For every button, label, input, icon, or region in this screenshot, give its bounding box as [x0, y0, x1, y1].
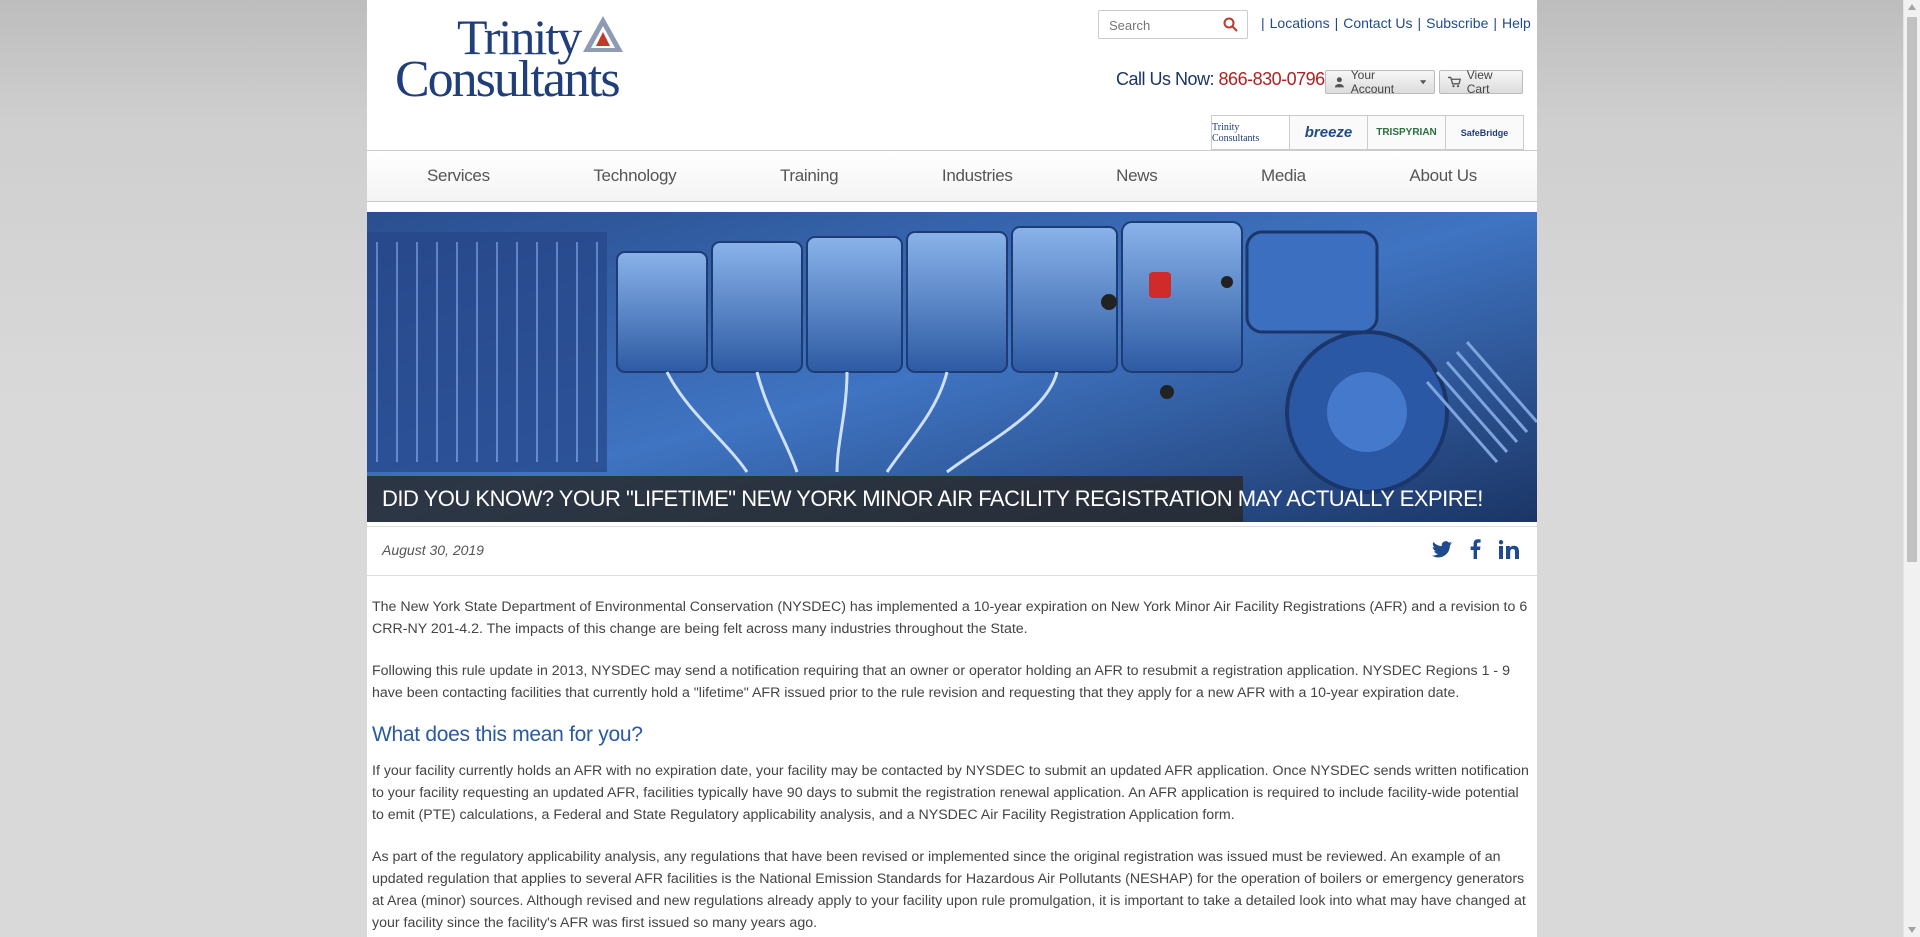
- article-paragraph-1: The New York State Department of Environ…: [372, 599, 1528, 637]
- search-box: [1098, 10, 1248, 39]
- call-us: Call Us Now: 866-830-0796: [1116, 69, 1325, 90]
- scroll-up-icon[interactable]: [1908, 4, 1916, 10]
- search-input[interactable]: [1107, 11, 1226, 39]
- phone-number[interactable]: 866-830-0796: [1219, 69, 1326, 89]
- brand-breeze[interactable]: breeze: [1290, 116, 1368, 149]
- caret-down-icon: [1419, 79, 1426, 84]
- call-label: Call Us Now:: [1116, 69, 1215, 89]
- nav-news[interactable]: News: [1116, 166, 1158, 186]
- view-cart-button[interactable]: View Cart: [1439, 68, 1523, 96]
- article-paragraph-4: As part of the regulatory applicability …: [372, 849, 1526, 931]
- your-account-label: Your Account: [1350, 68, 1395, 96]
- brand-safebridge[interactable]: SafeBridge: [1446, 116, 1523, 149]
- trinity-logo[interactable]: Trinity Consultants: [395, 12, 635, 108]
- article-body: The New York State Department of Environ…: [372, 596, 1532, 937]
- view-cart-label: View Cart: [1466, 68, 1493, 96]
- link-locations[interactable]: Locations: [1270, 15, 1330, 31]
- link-contact-us[interactable]: Contact Us: [1343, 15, 1412, 31]
- twitter-icon[interactable]: [1432, 540, 1452, 558]
- brand-trispyrian[interactable]: TRISPYRIAN: [1368, 116, 1446, 149]
- scrollbar-thumb[interactable]: [1907, 17, 1917, 562]
- social-share: [1432, 539, 1519, 559]
- page-scrollbar[interactable]: [1903, 0, 1920, 937]
- your-account-button[interactable]: Your Account: [1325, 68, 1435, 96]
- brand-switcher: Trinity Consultants breeze TRISPYRIAN Sa…: [1211, 115, 1524, 150]
- nav-services[interactable]: Services: [427, 166, 490, 186]
- nav-media[interactable]: Media: [1261, 166, 1306, 186]
- nav-industries[interactable]: Industries: [942, 166, 1013, 186]
- section-heading: What does this mean for you?: [372, 723, 643, 746]
- article-paragraph-2: Following this rule update in 2013, NYSD…: [372, 663, 1510, 701]
- nav-training[interactable]: Training: [780, 166, 839, 186]
- top-links: | Locations | Contact Us | Subscribe | Help: [1261, 15, 1531, 31]
- main-nav: Services Technology Training Industries …: [367, 150, 1537, 202]
- publish-date: August 30, 2019: [382, 542, 484, 558]
- page: Trinity Consultants |Locations |Contact …: [367, 0, 1537, 937]
- hero-image: DID YOU KNOW? YOUR "LIFETIME" NEW YORK M…: [367, 212, 1537, 522]
- logo-triangle-icon: [583, 16, 623, 52]
- nav-about-us[interactable]: About Us: [1409, 166, 1477, 186]
- cart-icon: [1448, 76, 1461, 88]
- hero-caption: DID YOU KNOW? YOUR "LIFETIME" NEW YORK M…: [367, 476, 1483, 522]
- logo-text-line2: Consultants: [395, 51, 621, 108]
- link-subscribe[interactable]: Subscribe: [1426, 15, 1488, 31]
- nav-technology[interactable]: Technology: [593, 166, 676, 186]
- search-icon[interactable]: [1223, 17, 1238, 32]
- brand-trinity[interactable]: Trinity Consultants: [1212, 116, 1290, 149]
- linkedin-icon[interactable]: [1499, 539, 1519, 559]
- link-help[interactable]: Help: [1502, 15, 1531, 31]
- facebook-icon[interactable]: [1470, 539, 1481, 559]
- user-icon: [1334, 77, 1344, 88]
- scroll-down-icon[interactable]: [1908, 927, 1916, 933]
- article-meta: August 30, 2019: [367, 526, 1537, 576]
- article-paragraph-3: If your facility currently holds an AFR …: [372, 763, 1529, 823]
